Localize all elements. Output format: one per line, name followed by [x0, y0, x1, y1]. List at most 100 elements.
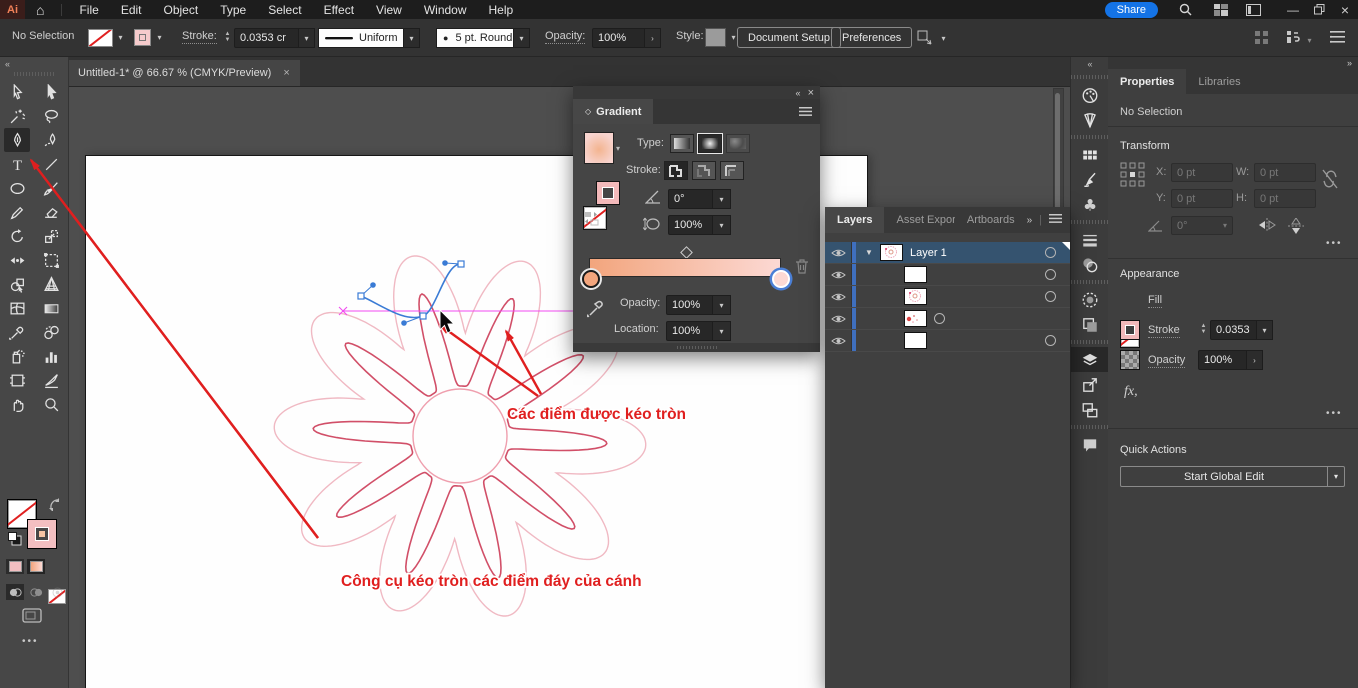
- draw-inside-mode-icon[interactable]: [48, 584, 66, 600]
- tool-eraser[interactable]: [38, 200, 64, 224]
- layer-row[interactable]: [825, 264, 1070, 286]
- stroke-color-swatch[interactable]: [88, 29, 113, 47]
- tool-column-graph[interactable]: [38, 344, 64, 368]
- tool-direct-selection[interactable]: [38, 80, 64, 104]
- tool-curvature[interactable]: [38, 128, 64, 152]
- tool-eyedropper[interactable]: [4, 320, 30, 344]
- flip-vertical-icon[interactable]: [1288, 218, 1304, 237]
- color-mode-button[interactable]: [6, 559, 24, 574]
- dock-swatches-icon[interactable]: [1071, 142, 1109, 167]
- menu-effect[interactable]: Effect: [313, 0, 365, 19]
- expand-tabs-icon[interactable]: »: [1027, 215, 1033, 226]
- appearance-more-options-icon[interactable]: •••: [1326, 408, 1343, 419]
- anchor-point[interactable]: [420, 313, 426, 319]
- anchor-point[interactable]: [458, 261, 464, 267]
- tool-line-segment[interactable]: [38, 152, 64, 176]
- layer-target-icon[interactable]: [1045, 247, 1056, 258]
- tab-gradient[interactable]: ◇ Gradient: [573, 99, 653, 124]
- location-dropdown-icon[interactable]: ▾: [712, 321, 731, 341]
- h-field[interactable]: 0 pt: [1254, 189, 1316, 208]
- appearance-stroke-swatch[interactable]: [1120, 320, 1140, 340]
- rotate-angle-field[interactable]: 0°▾: [1171, 216, 1233, 235]
- x-field[interactable]: 0 pt: [1171, 163, 1233, 182]
- expand-layer-icon[interactable]: ▼: [858, 248, 880, 257]
- fill-color-swatch[interactable]: [134, 29, 151, 46]
- tool-magic-wand[interactable]: [4, 104, 30, 128]
- layer-name[interactable]: Layer 1: [910, 247, 947, 259]
- layer-row[interactable]: [825, 308, 1070, 330]
- tool-free-transform[interactable]: [38, 248, 64, 272]
- search-icon[interactable]: [1172, 0, 1198, 19]
- handle-point[interactable]: [370, 282, 376, 288]
- app-logo[interactable]: Ai: [0, 0, 25, 19]
- dock-color-guide-icon[interactable]: [1071, 107, 1109, 132]
- tool-symbol-sprayer[interactable]: [4, 344, 30, 368]
- delete-stop-icon[interactable]: [795, 258, 809, 277]
- dock-grip[interactable]: [1071, 75, 1111, 79]
- w-field[interactable]: 0 pt: [1254, 163, 1316, 182]
- fill-color-dropdown-icon[interactable]: ▾: [152, 28, 167, 46]
- document-setup-button[interactable]: Document Setup: [737, 27, 841, 48]
- tool-rotate[interactable]: [4, 224, 30, 248]
- aspect-ratio-dropdown-icon[interactable]: ▾: [712, 215, 731, 235]
- tool-type[interactable]: T: [4, 152, 30, 176]
- tool-shape-builder[interactable]: [4, 272, 30, 296]
- appearance-opacity-swatch[interactable]: [1120, 350, 1140, 370]
- angle-dropdown-icon[interactable]: ▾: [712, 189, 731, 209]
- visibility-eye-icon[interactable]: [825, 242, 852, 263]
- dock-symbols-icon[interactable]: ♣: [1071, 192, 1109, 217]
- tool-ellipse[interactable]: [4, 176, 30, 200]
- tool-blend[interactable]: [38, 320, 64, 344]
- expand-dock-icon[interactable]: «: [1071, 56, 1109, 72]
- dock-grip[interactable]: [1071, 220, 1111, 224]
- dock-transparency-icon[interactable]: [1071, 252, 1109, 277]
- dock-gradient-icon[interactable]: [1071, 287, 1109, 312]
- collapse-tools-icon[interactable]: «: [0, 56, 68, 69]
- stroke-color-dropdown-icon[interactable]: ▾: [113, 28, 128, 46]
- document-tab[interactable]: Untitled-1* @ 66.67 % (CMYK/Preview) ×: [68, 60, 300, 86]
- dock-grip[interactable]: [1071, 280, 1111, 284]
- screen-mode-icon[interactable]: [22, 608, 42, 627]
- gradient-opacity-dropdown-icon[interactable]: ▾: [712, 295, 731, 315]
- gradient-mode-button[interactable]: [27, 559, 45, 574]
- stroke-weight-label[interactable]: Stroke:: [182, 30, 217, 44]
- stroke-weight-dropdown-icon[interactable]: ▾: [298, 28, 315, 48]
- menu-type[interactable]: Type: [209, 0, 257, 19]
- appearance-stroke-label[interactable]: Stroke: [1148, 324, 1180, 338]
- panel-stroke-swatch[interactable]: [596, 181, 620, 205]
- tool-hand[interactable]: [4, 392, 30, 416]
- stroke-swatch[interactable]: [27, 519, 57, 549]
- edit-toolbar-icon[interactable]: •••: [22, 636, 39, 647]
- appearance-opacity-label[interactable]: Opacity: [1148, 354, 1185, 368]
- arrange-documents-icon[interactable]: [1286, 30, 1300, 44]
- tools-grip[interactable]: [14, 72, 54, 76]
- control-bar-menu-icon[interactable]: [1330, 31, 1345, 43]
- panel-menu-icon[interactable]: [799, 99, 820, 124]
- gradient-midpoint-marker[interactable]: [680, 246, 693, 259]
- close-button[interactable]: ×: [1332, 0, 1358, 19]
- layer-row[interactable]: [825, 286, 1070, 308]
- transform-more-options-icon[interactable]: •••: [1326, 238, 1343, 249]
- handle-point[interactable]: [401, 320, 407, 326]
- radial-gradient-button[interactable]: [698, 134, 722, 153]
- collapse-properties-icon[interactable]: »: [1347, 58, 1352, 68]
- draw-behind-mode-icon[interactable]: [27, 584, 45, 600]
- constrain-proportions-icon[interactable]: [1320, 168, 1340, 193]
- dock-color-icon[interactable]: [1071, 82, 1109, 107]
- layer-target-icon[interactable]: [1045, 291, 1056, 302]
- gradient-preview-dropdown-icon[interactable]: ▾: [616, 144, 620, 153]
- home-icon[interactable]: ⌂: [25, 0, 55, 19]
- freeform-gradient-button[interactable]: [726, 134, 750, 153]
- layer-thumbnail[interactable]: [880, 244, 903, 261]
- style-swatch[interactable]: [705, 28, 726, 47]
- arrange-documents-dropdown-icon[interactable]: ▾: [1302, 31, 1317, 49]
- gradient-preview-swatch[interactable]: [584, 132, 614, 164]
- swap-fill-stroke-icon[interactable]: [49, 498, 62, 514]
- layer-thumbnail[interactable]: [904, 266, 927, 283]
- touch-workspace-icon[interactable]: [1255, 31, 1268, 44]
- linear-gradient-button[interactable]: [670, 134, 694, 153]
- panel-resize-grip[interactable]: [573, 343, 820, 352]
- reference-point-icon[interactable]: [1120, 162, 1146, 191]
- tool-artboard[interactable]: [4, 368, 30, 392]
- tool-width[interactable]: [4, 248, 30, 272]
